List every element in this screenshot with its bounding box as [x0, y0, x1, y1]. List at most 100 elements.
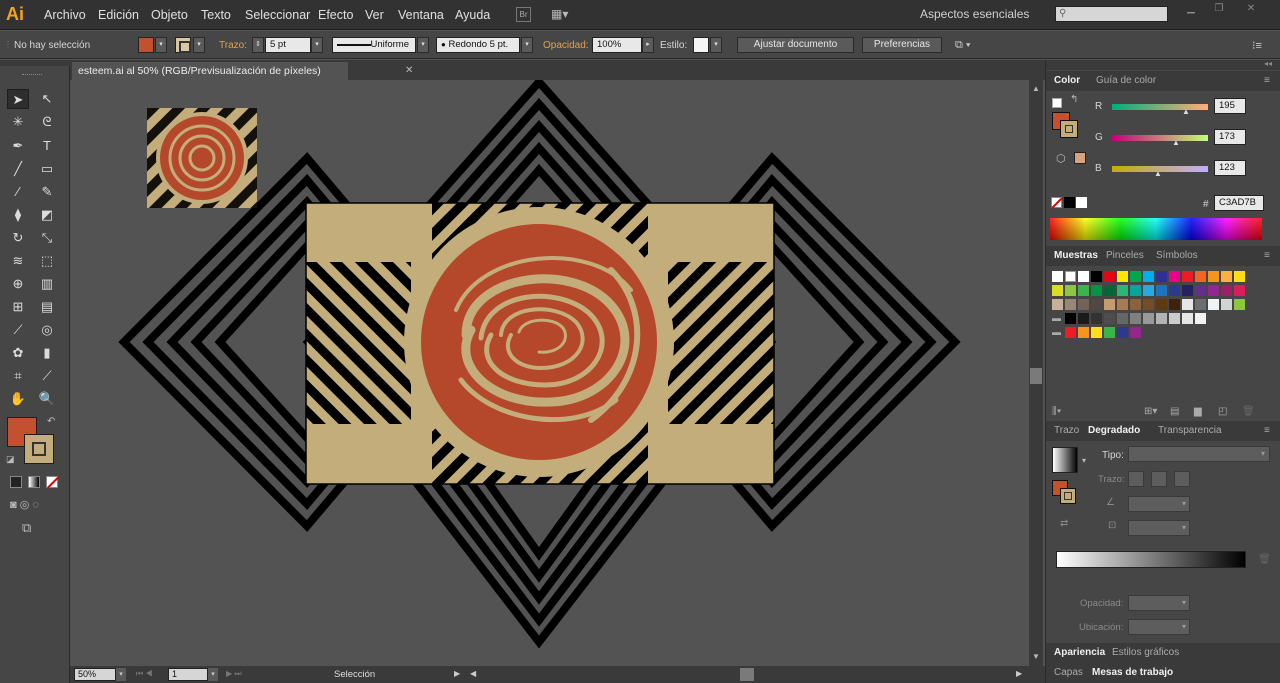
- swatch[interactable]: [1143, 313, 1154, 324]
- swatch[interactable]: [1169, 285, 1180, 296]
- line-tool-icon[interactable]: ╱: [7, 159, 29, 179]
- opacity-dropdown[interactable]: ▸: [642, 37, 654, 53]
- delete-swatch-icon[interactable]: 🗑: [1242, 406, 1255, 417]
- aspect-ratio-field[interactable]: ▾: [1128, 520, 1190, 536]
- arrange-icon[interactable]: ⧉ ▾: [955, 39, 971, 52]
- swatch[interactable]: [1208, 299, 1219, 310]
- horizontal-scroll-thumb[interactable]: [740, 668, 754, 681]
- swatch[interactable]: [1117, 313, 1128, 324]
- b-slider-handle[interactable]: ▲: [1154, 169, 1162, 178]
- blend-tool-icon[interactable]: ◎: [36, 320, 58, 340]
- swatch[interactable]: [1104, 299, 1115, 310]
- panel-menu-icon[interactable]: ≡: [1264, 75, 1270, 86]
- close-icon[interactable]: ✕: [1240, 3, 1262, 17]
- tab-symbols[interactable]: Símbolos: [1156, 250, 1198, 261]
- pencil-tool-icon[interactable]: ✎: [36, 182, 58, 202]
- scale-tool-icon[interactable]: ⤡: [36, 228, 58, 248]
- column-graph-tool-icon[interactable]: ▮: [36, 343, 58, 363]
- panel-menu-icon[interactable]: ≡: [1264, 250, 1270, 261]
- swatch[interactable]: [1091, 271, 1102, 282]
- swatch[interactable]: [1156, 313, 1167, 324]
- tab-brushes[interactable]: Pinceles: [1106, 250, 1144, 261]
- next-artboard-icon[interactable]: ▶ ⏭: [226, 669, 242, 679]
- first-artboard-icon[interactable]: ⏮ ◀: [136, 669, 153, 679]
- swatch[interactable]: [1117, 271, 1128, 282]
- gradient-mode-icon[interactable]: [28, 476, 40, 488]
- black-swatch[interactable]: [1064, 197, 1075, 208]
- scroll-down-icon[interactable]: ▼: [1032, 652, 1040, 661]
- zoom-dropdown[interactable]: ▾: [116, 668, 126, 681]
- tab-graphic-styles[interactable]: Estilos gráficos: [1112, 647, 1179, 658]
- workspace-switcher[interactable]: Aspectos esenciales ▾: [910, 3, 1042, 42]
- swatch[interactable]: [1195, 271, 1206, 282]
- color-stroke-box[interactable]: [1060, 120, 1078, 138]
- cube-icon[interactable]: ⬡: [1056, 152, 1066, 165]
- swatch[interactable]: [1234, 285, 1245, 296]
- swatch[interactable]: [1130, 327, 1141, 338]
- menu-archivo[interactable]: Archivo: [44, 8, 86, 22]
- screen-mode-icon[interactable]: ⧉: [22, 520, 31, 536]
- type-select[interactable]: ▾: [1128, 446, 1270, 462]
- swatch[interactable]: [1078, 271, 1089, 282]
- blob-brush-tool-icon[interactable]: ⧫: [7, 205, 29, 225]
- menu-edicion[interactable]: Edición: [98, 8, 139, 22]
- b-value[interactable]: 123: [1214, 160, 1246, 176]
- swatch[interactable]: [1078, 313, 1089, 324]
- r-slider[interactable]: [1112, 104, 1208, 110]
- tab-transparency[interactable]: Transparencia: [1158, 425, 1222, 436]
- menu-ver[interactable]: Ver: [365, 8, 384, 22]
- g-slider-handle[interactable]: ▲: [1172, 138, 1180, 147]
- vertical-scroll-thumb[interactable]: [1030, 368, 1042, 384]
- minimize-icon[interactable]: ▁: [1180, 3, 1202, 17]
- swatch[interactable]: [1234, 299, 1245, 310]
- arrange-documents-icon[interactable]: ▦▾: [551, 7, 577, 22]
- style-dropdown[interactable]: ▾: [710, 37, 722, 53]
- swatch[interactable]: [1130, 299, 1141, 310]
- new-swatch-icon[interactable]: ◰: [1218, 406, 1227, 417]
- pen-tool-icon[interactable]: ✒: [7, 136, 29, 156]
- tab-layers[interactable]: Capas: [1054, 667, 1083, 678]
- swatch-registration[interactable]: [1065, 271, 1076, 282]
- fill-swatch[interactable]: [138, 37, 154, 53]
- stroke-dropdown[interactable]: ▾: [193, 37, 205, 53]
- scroll-up-icon[interactable]: ▲: [1032, 84, 1040, 93]
- menu-ayuda[interactable]: Ayuda: [455, 8, 490, 22]
- shape-builder-tool-icon[interactable]: ⊕: [7, 274, 29, 294]
- swatch[interactable]: [1182, 313, 1193, 324]
- location-field[interactable]: ▾: [1128, 619, 1190, 635]
- stroke-swatch[interactable]: [175, 37, 191, 53]
- rotate-tool-icon[interactable]: ↻: [7, 228, 29, 248]
- tab-swatches[interactable]: Muestras: [1054, 250, 1098, 261]
- mesh-tool-icon[interactable]: ⊞: [7, 297, 29, 317]
- swatch[interactable]: [1052, 285, 1063, 296]
- paintbrush-tool-icon[interactable]: ⁄: [7, 182, 29, 202]
- tab-appearance[interactable]: Apariencia: [1054, 647, 1105, 658]
- swatch-folder-icon[interactable]: ▬: [1052, 313, 1063, 324]
- menu-objeto[interactable]: Objeto: [151, 8, 188, 22]
- swatch[interactable]: [1091, 327, 1102, 338]
- swatch[interactable]: [1104, 327, 1115, 338]
- swatch-kind-icon[interactable]: ⊞▾: [1144, 406, 1157, 417]
- canvas[interactable]: [71, 80, 1029, 666]
- opacity-stop-field[interactable]: ▾: [1128, 595, 1190, 611]
- gradient-preview[interactable]: [1052, 447, 1078, 473]
- swatch-library-icon[interactable]: ⫼▾: [1052, 406, 1061, 417]
- scroll-left-icon[interactable]: ◀: [470, 669, 476, 678]
- swatch[interactable]: [1182, 271, 1193, 282]
- preferences-button[interactable]: Preferencias: [862, 37, 942, 53]
- artboard-dropdown[interactable]: ▾: [208, 668, 218, 681]
- style-swatch[interactable]: [693, 37, 709, 53]
- swatch[interactable]: [1117, 285, 1128, 296]
- delete-stop-icon[interactable]: 🗑: [1258, 554, 1271, 565]
- swatch[interactable]: [1156, 271, 1167, 282]
- menu-seleccionar[interactable]: Seleccionar: [245, 8, 310, 22]
- swatch[interactable]: [1156, 299, 1167, 310]
- color-mode-icon[interactable]: [10, 476, 22, 488]
- gradient-preview-dropdown[interactable]: ▾: [1082, 456, 1086, 465]
- swatch[interactable]: [1065, 327, 1076, 338]
- tab-gradient[interactable]: Degradado: [1088, 425, 1140, 436]
- swatch[interactable]: [1117, 299, 1128, 310]
- swatch[interactable]: [1065, 299, 1076, 310]
- status-menu-icon[interactable]: ▶: [454, 669, 460, 678]
- g-value[interactable]: 173: [1214, 129, 1246, 145]
